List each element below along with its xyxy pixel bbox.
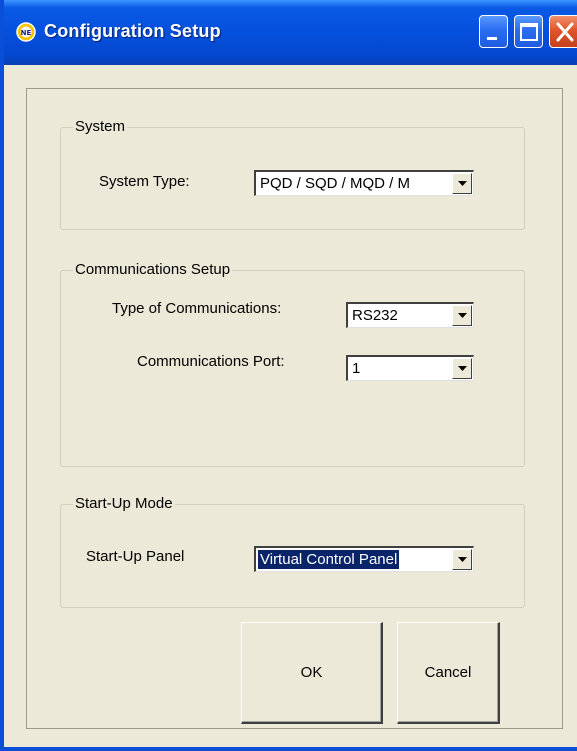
- communications-port-select[interactable]: 1: [346, 355, 474, 381]
- communications-type-value: RS232: [352, 307, 398, 324]
- communications-type-select[interactable]: RS232: [346, 302, 474, 328]
- system-type-label: System Type:: [99, 173, 190, 190]
- startup-panel-value: Virtual Control Panel: [258, 550, 400, 569]
- communications-group-legend: Communications Setup: [73, 261, 233, 278]
- startup-group-legend: Start-Up Mode: [73, 495, 175, 512]
- chevron-down-icon: [458, 557, 467, 562]
- maximize-button[interactable]: [514, 15, 543, 48]
- system-group-legend: System: [73, 118, 128, 135]
- communications-type-dropdown-button[interactable]: [452, 305, 472, 326]
- close-icon: [556, 22, 574, 42]
- communications-port-value: 1: [352, 360, 361, 377]
- startup-panel-dropdown-button[interactable]: [452, 549, 472, 570]
- system-type-select[interactable]: PQD / SQD / MQD / M: [254, 170, 474, 196]
- minimize-icon: [487, 37, 497, 40]
- npe-logo-icon: NE: [16, 22, 36, 42]
- communications-type-label: Type of Communications:: [112, 300, 282, 317]
- ok-button[interactable]: OK: [241, 622, 383, 724]
- chevron-down-icon: [458, 181, 467, 186]
- startup-panel-label: Start-Up Panel: [86, 548, 185, 565]
- close-button[interactable]: [549, 15, 577, 48]
- chevron-down-icon: [458, 366, 467, 371]
- system-type-value: PQD / SQD / MQD / M: [260, 175, 411, 192]
- minimize-button[interactable]: [479, 15, 508, 48]
- configuration-setup-window: NE Configuration Setup System System Typ…: [0, 0, 577, 751]
- system-type-dropdown-button[interactable]: [452, 173, 472, 194]
- communications-port-label: Communications Port:: [137, 353, 285, 370]
- chevron-down-icon: [458, 313, 467, 318]
- title-bar[interactable]: NE Configuration Setup: [4, 0, 577, 65]
- communications-port-dropdown-button[interactable]: [452, 358, 472, 379]
- cancel-button[interactable]: Cancel: [397, 622, 500, 724]
- window-title: Configuration Setup: [44, 21, 221, 41]
- svg-text:NE: NE: [21, 29, 32, 37]
- maximize-icon: [520, 23, 538, 41]
- startup-panel-select[interactable]: Virtual Control Panel: [254, 546, 474, 572]
